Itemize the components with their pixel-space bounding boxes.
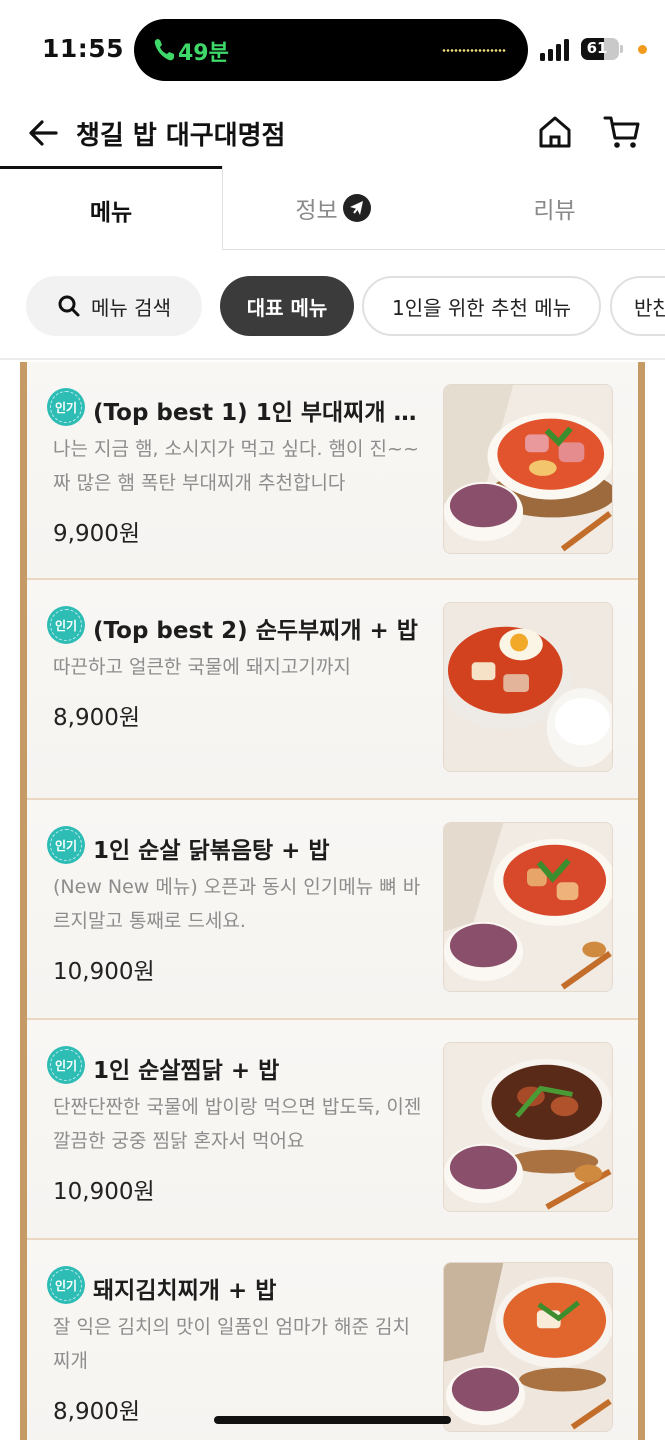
popular-badge: 인기	[47, 388, 85, 426]
coupon-badge-icon	[342, 193, 371, 222]
menu-item[interactable]: 인기 1인 순살찜닭 + 밥 단짠단짠한 국물에 밥이랑 먹으면 밥도둑, 이젠…	[27, 1020, 638, 1240]
popular-badge: 인기	[47, 606, 85, 644]
call-duration: 49분	[178, 41, 229, 66]
battery-level: 61	[586, 39, 608, 57]
menu-item-price: 8,900원	[53, 1399, 141, 1425]
audio-waveform-icon	[442, 49, 506, 52]
kimchi-jjigae-photo	[443, 1262, 613, 1432]
home-icon[interactable]	[537, 114, 573, 150]
privacy-indicator-dot	[638, 45, 647, 54]
menu-search-chip[interactable]: 메뉴 검색	[26, 276, 202, 336]
jjimdak-photo	[443, 1042, 613, 1212]
menu-item-description: (New New 메뉴) 오픈과 동시 인기메뉴 뼈 바르지말고 통째로 드세요…	[53, 876, 421, 932]
budae-jjigae-photo	[443, 384, 613, 554]
status-time: 11:55	[42, 34, 125, 63]
chip-recommended-solo[interactable]: 1인을 위한 추천 메뉴	[362, 276, 601, 336]
popular-badge: 인기	[47, 826, 85, 864]
menu-item-name: 돼지김치찌개 + 밥	[93, 1278, 277, 1304]
tab-info[interactable]: 정보	[222, 166, 444, 250]
tab-menu-label: 메뉴	[89, 199, 133, 226]
search-icon	[58, 295, 80, 317]
menu-item[interactable]: 인기 (Top best 1) 1인 부대찌개 +밥 나는 지금 햄, 소시지가…	[27, 362, 638, 580]
app-header: 챙길 밥 대구대명점	[0, 100, 665, 166]
menu-item-name: 1인 순살 닭볶음탕 + 밥	[93, 838, 330, 864]
menu-item-description: 따끈하고 얼큰한 국물에 돼지고기까지	[53, 656, 351, 678]
menu-search-label: 메뉴 검색	[91, 295, 171, 320]
menu-item-price: 8,900원	[53, 705, 141, 731]
menu-item[interactable]: 인기 돼지김치찌개 + 밥 잘 익은 김치의 맛이 일품인 엄마가 해준 김치찌…	[27, 1240, 638, 1440]
menu-item[interactable]: 인기 (Top best 2) 순두부찌개 + 밥 따끈하고 얼큰한 국물에 돼…	[27, 580, 638, 800]
tab-menu[interactable]: 메뉴	[0, 166, 222, 250]
dakbokkeumtang-photo	[443, 822, 613, 992]
store-title: 챙길 밥 대구대명점	[76, 121, 286, 151]
menu-item-price: 10,900원	[53, 959, 155, 985]
menu-list-frame: 인기 (Top best 1) 1인 부대찌개 +밥 나는 지금 햄, 소시지가…	[20, 362, 645, 1440]
tab-review-label: 리뷰	[533, 197, 576, 224]
popular-badge: 인기	[47, 1046, 85, 1084]
dynamic-island[interactable]: 49분	[134, 19, 528, 81]
chip-representative-menu[interactable]: 대표 메뉴	[220, 276, 354, 336]
back-arrow-icon[interactable]	[26, 116, 60, 150]
menu-item-name: (Top best 1) 1인 부대찌개 +밥	[93, 400, 433, 426]
tab-review[interactable]: 리뷰	[444, 166, 665, 250]
menu-item-name: (Top best 2) 순두부찌개 + 밥	[93, 618, 418, 644]
tab-bar: 메뉴 정보 리뷰	[0, 166, 665, 250]
menu-item-description: 단짠단짠한 국물에 밥이랑 먹으면 밥도둑, 이젠 깔끔한 궁중 찜닭 혼자서 …	[53, 1096, 422, 1152]
menu-item[interactable]: 인기 1인 순살 닭볶음탕 + 밥 (New New 메뉴) 오픈과 동시 인기…	[27, 800, 638, 1020]
cart-icon[interactable]	[603, 114, 641, 150]
tab-info-label: 정보	[295, 197, 338, 224]
menu-list: 인기 (Top best 1) 1인 부대찌개 +밥 나는 지금 햄, 소시지가…	[27, 362, 638, 1440]
signal-icon	[540, 39, 569, 61]
status-bar: 11:55 49분 61	[0, 0, 665, 100]
category-chips: 메뉴 검색 대표 메뉴 1인을 위한 추천 메뉴 반찬	[0, 276, 665, 336]
chip-side-dishes[interactable]: 반찬	[610, 276, 665, 336]
section-divider	[0, 358, 665, 360]
menu-item-name: 1인 순살찜닭 + 밥	[93, 1058, 280, 1084]
popular-badge: 인기	[47, 1266, 85, 1304]
phone-icon	[154, 39, 174, 61]
menu-item-description: 잘 익은 김치의 맛이 일품인 엄마가 해준 김치찌개	[53, 1316, 410, 1372]
menu-item-description: 나는 지금 햄, 소시지가 먹고 싶다. 햄이 진~~짜 많은 햄 폭탄 부대찌…	[53, 438, 419, 494]
home-indicator[interactable]	[214, 1416, 451, 1424]
menu-item-price: 10,900원	[53, 1179, 155, 1205]
menu-item-price: 9,900원	[53, 521, 141, 547]
battery-icon: 61	[581, 38, 623, 60]
sundubu-jjigae-photo	[443, 602, 613, 772]
